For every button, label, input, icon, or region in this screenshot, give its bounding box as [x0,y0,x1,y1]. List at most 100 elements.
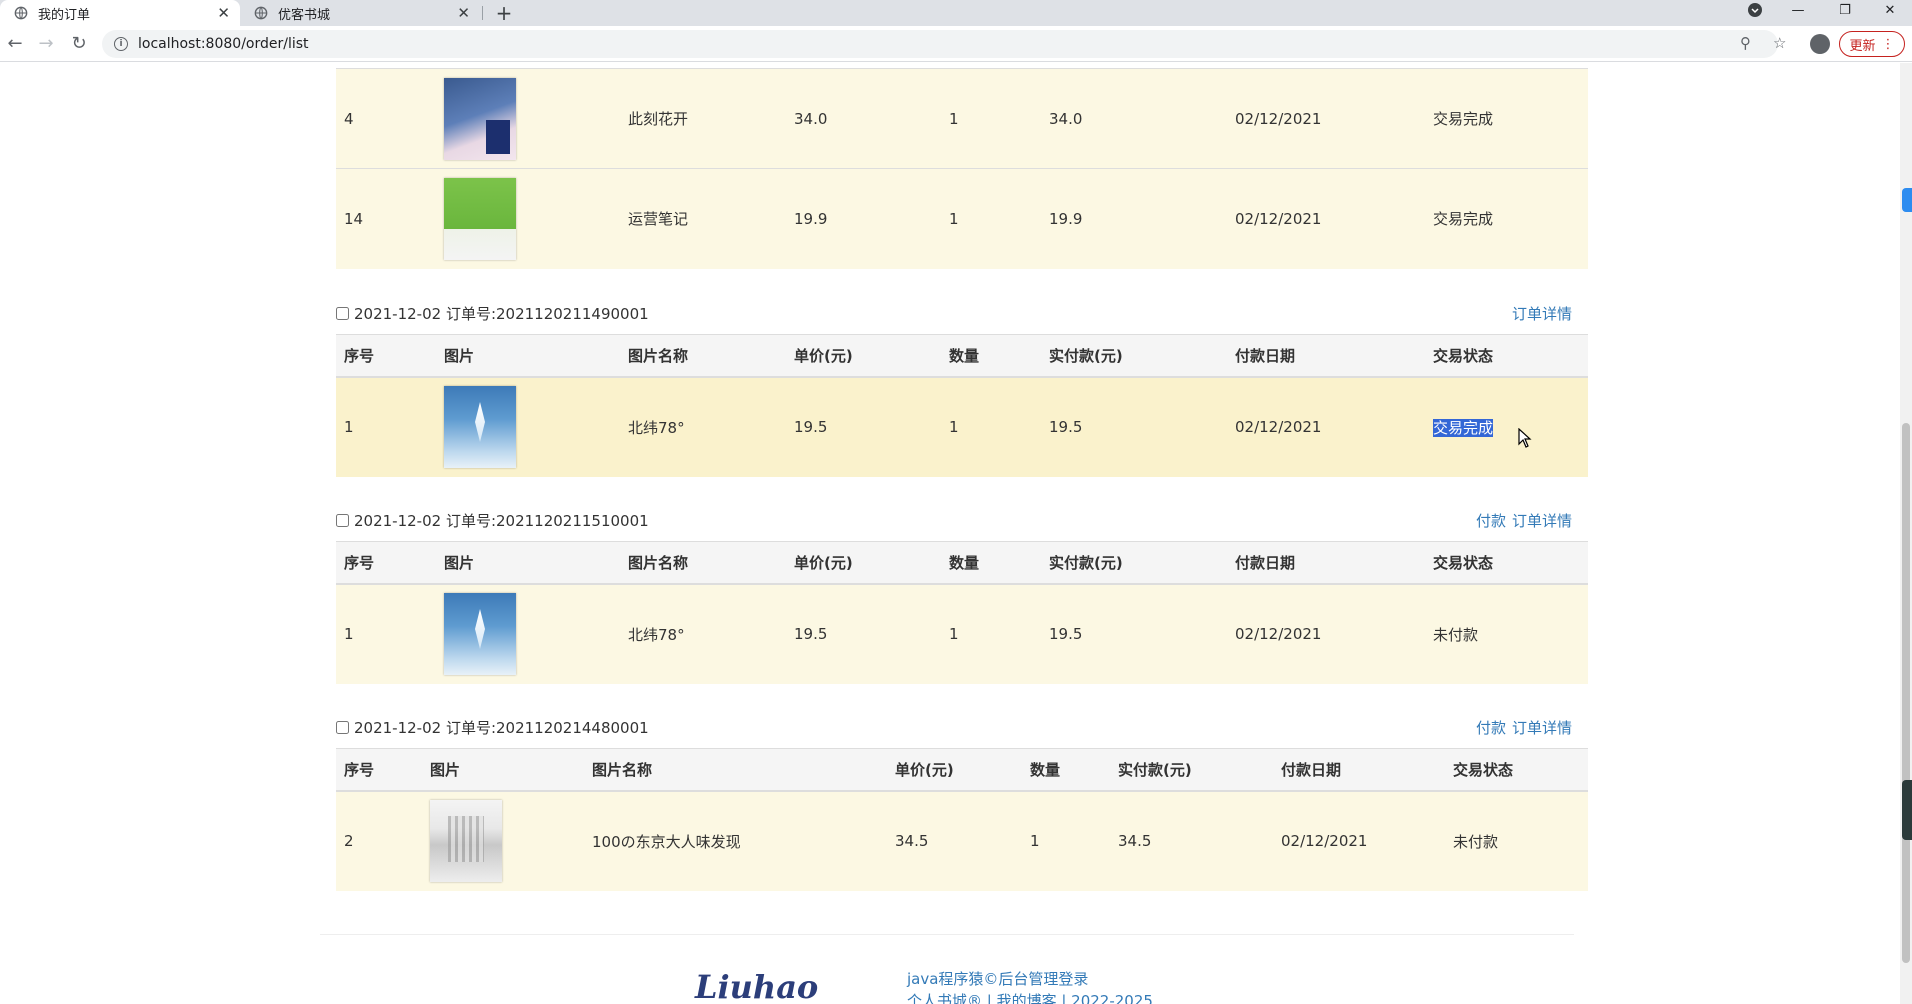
col-price: 单价(元) [786,541,941,585]
mouse-cursor-icon [1518,428,1532,448]
cell-date: 02/12/2021 [1227,68,1425,169]
order-detail-link[interactable]: 订单详情 [1512,303,1572,324]
order-table-partial: 4 此刻花开 34.0 1 34.0 02/12/2021 交易完成 14 运营… [336,68,1588,269]
order-table: 序号 图片 图片名称 单价(元) 数量 实付款(元) 付款日期 交易状态 1 北… [336,334,1588,477]
footer-divider [320,934,1574,935]
reload-icon[interactable]: ↻ [68,34,90,54]
col-seq: 序号 [336,334,436,378]
update-button[interactable]: 更新 ⋮ [1839,31,1905,57]
close-tab-icon[interactable]: ✕ [217,5,230,21]
cell-qty: 1 [941,68,1041,169]
order-select-checkbox[interactable] [336,306,349,320]
pay-link[interactable]: 付款 [1476,510,1506,531]
cell-image[interactable] [422,790,584,891]
tab-search-icon[interactable] [1735,0,1775,20]
cell-status: 未付款 [1425,583,1588,684]
url-text: localhost:8080/order/list [138,36,309,52]
restore-icon[interactable]: ❐ [1825,0,1865,20]
col-date: 付款日期 [1227,541,1425,585]
table-row: 4 此刻花开 34.0 1 34.0 02/12/2021 交易完成 [336,68,1588,169]
order-actions: 订单详情 [1512,303,1572,324]
cell-image[interactable] [436,168,620,269]
pay-link[interactable]: 付款 [1476,717,1506,738]
footer-blog-links[interactable]: 个人书城® | 我的博客 | 2022-2025 [907,990,1153,1004]
tab-title: 我的订单 [38,7,91,23]
table-header-row: 序号 图片 图片名称 单价(元) 数量 实付款(元) 付款日期 交易状态 [336,748,1588,792]
cell-name: 此刻花开 [620,68,786,169]
col-name: 图片名称 [584,748,887,792]
col-price: 单价(元) [786,334,941,378]
cell-seq: 2 [336,790,422,891]
close-window-icon[interactable]: ✕ [1870,0,1910,20]
book-cover-image[interactable] [444,77,516,160]
zoom-icon[interactable]: ⚲ [1740,34,1751,52]
cell-paid: 19.5 [1041,376,1227,477]
minimize-icon[interactable]: — [1778,0,1818,20]
cell-image[interactable] [436,68,620,169]
browser-toolbar: ← → ↻ i localhost:8080/order/list ⚲ ☆ 更新… [0,26,1912,62]
cell-qty: 1 [941,583,1041,684]
cell-seq: 14 [336,168,436,269]
order-detail-link[interactable]: 订单详情 [1512,717,1572,738]
table-header-row: 序号 图片 图片名称 单价(元) 数量 实付款(元) 付款日期 交易状态 [336,334,1588,378]
new-tab-button[interactable]: + [492,0,516,26]
order-number: 2021-12-02 订单号:2021120211510001 [354,511,649,530]
col-image: 图片 [436,541,620,585]
info-icon[interactable]: i [114,37,128,51]
cell-paid: 19.9 [1041,168,1227,269]
profile-avatar-icon[interactable] [1810,34,1830,54]
cell-price: 19.5 [786,583,941,684]
order-number: 2021-12-02 订单号:2021120214480001 [354,718,649,737]
order-actions: 付款 订单详情 [1476,717,1572,738]
back-icon[interactable]: ← [4,34,26,54]
book-cover-image[interactable] [430,800,502,882]
col-name: 图片名称 [620,334,786,378]
cell-name: 北纬78° [620,583,786,684]
order-number: 2021-12-02 订单号:2021120211490001 [354,304,649,323]
address-bar[interactable]: i localhost:8080/order/list [102,30,1778,58]
more-menu-icon: ⋮ [1881,36,1895,52]
cell-name: 运营笔记 [620,168,786,269]
cell-date: 02/12/2021 [1227,583,1425,684]
footer-admin-login-link[interactable]: java程序猿©后台管理登录 [907,968,1153,990]
col-paid: 实付款(元) [1041,541,1227,585]
side-float-panel[interactable] [1902,780,1912,840]
footer-logo: Liuhao [695,968,819,1004]
col-date: 付款日期 [1273,748,1445,792]
cell-image[interactable] [436,376,620,477]
side-float-tab[interactable] [1902,188,1912,212]
col-status: 交易状态 [1425,334,1588,378]
order-select-checkbox[interactable] [336,513,349,527]
close-tab-icon[interactable]: ✕ [457,5,470,21]
cell-status: 未付款 [1445,790,1588,891]
order-select-checkbox[interactable] [336,720,349,734]
cell-paid: 19.5 [1041,583,1227,684]
order-header: 2021-12-02 订单号:2021120211510001 付款 订单详情 [336,508,1588,532]
forward-icon[interactable]: → [35,34,57,54]
col-seq: 序号 [336,748,422,792]
book-cover-image[interactable] [444,593,516,675]
cell-seq: 1 [336,583,436,684]
order-actions: 付款 订单详情 [1476,510,1572,531]
book-cover-image[interactable] [444,386,516,468]
cell-date: 02/12/2021 [1227,168,1425,269]
col-qty: 数量 [1022,748,1110,792]
order-table: 序号 图片 图片名称 单价(元) 数量 实付款(元) 付款日期 交易状态 2 1… [336,748,1588,891]
col-paid: 实付款(元) [1110,748,1273,792]
tab-bookstore[interactable]: 优客书城 ✕ [240,0,480,26]
book-cover-image[interactable] [444,177,516,260]
col-image: 图片 [422,748,584,792]
cell-price: 34.0 [786,68,941,169]
table-row: 1 北纬78° 19.5 1 19.5 02/12/2021 未付款 [336,583,1588,684]
browser-tab-bar: 我的订单 ✕ 优客书城 ✕ + — ❐ ✕ [0,0,1912,26]
table-header-row: 序号 图片 图片名称 单价(元) 数量 实付款(元) 付款日期 交易状态 [336,541,1588,585]
tab-my-orders[interactable]: 我的订单 ✕ [0,0,240,26]
cell-image[interactable] [436,583,620,684]
col-image: 图片 [436,334,620,378]
cell-name: 100の东京大人味发现 [584,790,887,891]
cell-status: 交易完成 [1425,168,1588,269]
order-detail-link[interactable]: 订单详情 [1512,510,1572,531]
scrollbar-thumb[interactable] [1902,423,1910,963]
table-row: 14 运营笔记 19.9 1 19.9 02/12/2021 交易完成 [336,168,1588,269]
bookmark-star-icon[interactable]: ☆ [1773,34,1786,52]
